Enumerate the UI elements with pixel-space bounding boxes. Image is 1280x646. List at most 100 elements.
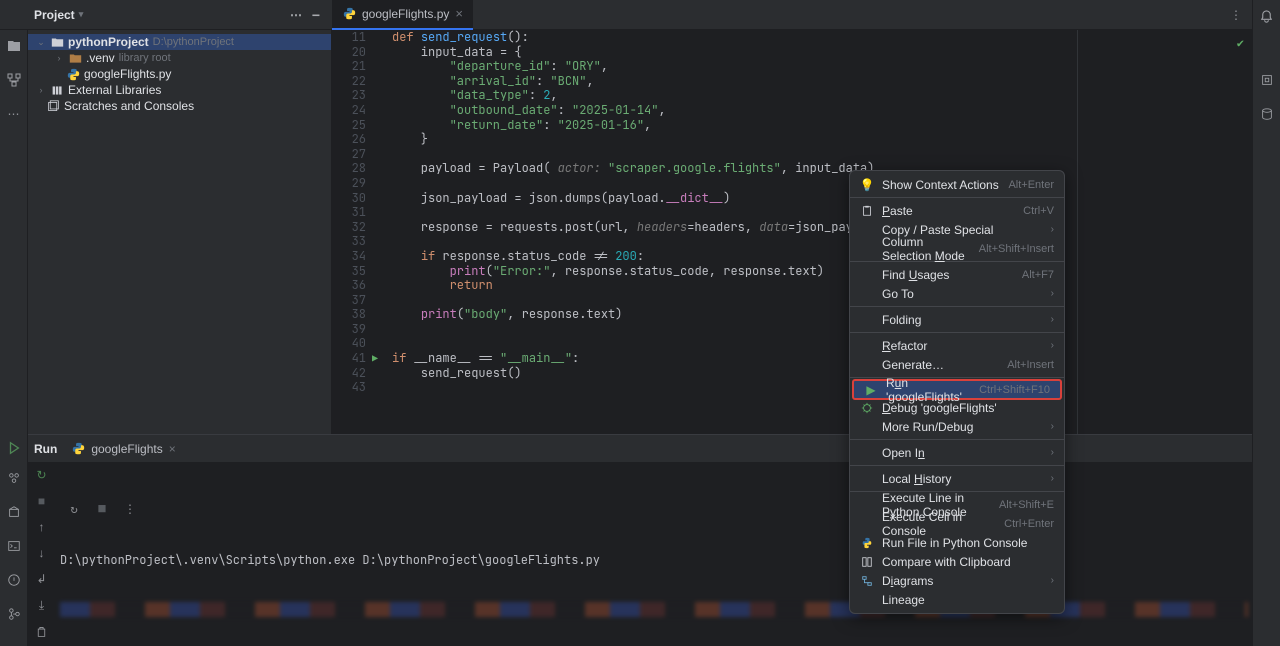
problems-rail-icon[interactable] xyxy=(6,572,22,588)
hide-icon[interactable]: − xyxy=(308,7,324,23)
code-editor[interactable]: 1120212223242526272829303132333435363738… xyxy=(332,30,1252,434)
menu-run-file-console[interactable]: Run File in Python Console xyxy=(850,533,1064,552)
code-content[interactable]: def send_request(): input_data = { "depa… xyxy=(388,30,1252,434)
more-vert-icon[interactable]: ⋮ xyxy=(122,501,138,517)
run-rail-icon[interactable] xyxy=(6,440,22,456)
soft-wrap-icon[interactable]: ↲ xyxy=(34,571,50,587)
menu-local-history[interactable]: Local History › xyxy=(850,469,1064,488)
menu-go-to[interactable]: Go To › xyxy=(850,284,1064,303)
close-icon[interactable]: × xyxy=(169,442,176,456)
chevron-right-icon: › xyxy=(1051,340,1054,351)
python-packages-rail-icon[interactable] xyxy=(6,470,22,486)
menu-find-usages[interactable]: Find Usages Alt+F7 xyxy=(850,265,1064,284)
close-icon[interactable]: × xyxy=(455,6,463,21)
database-rail-icon[interactable] xyxy=(1259,106,1275,122)
python-file-icon xyxy=(66,67,80,81)
notifications-rail-icon[interactable] xyxy=(1259,8,1275,24)
line-number-gutter: 1120212223242526272829303132333435363738… xyxy=(332,30,372,434)
down-icon[interactable]: ↓ xyxy=(34,545,50,561)
right-margin-line xyxy=(1077,30,1078,434)
project-rail-icon[interactable] xyxy=(6,38,22,54)
chevron-right-icon: › xyxy=(1051,288,1054,299)
folder-icon xyxy=(68,51,82,65)
diff-icon xyxy=(860,556,874,568)
rerun-small-icon[interactable]: ↻ xyxy=(66,501,82,517)
services-rail-icon[interactable] xyxy=(6,504,22,520)
menu-paste[interactable]: Paste Ctrl+V xyxy=(850,201,1064,220)
clipboard-icon xyxy=(860,205,874,217)
project-tool-header[interactable]: Project ▾ ⋯ − xyxy=(0,0,332,30)
run-title: Run xyxy=(34,442,57,456)
editor-tab-label: googleFlights.py xyxy=(362,7,449,21)
inspection-ok-icon[interactable]: ✔ xyxy=(1237,36,1244,51)
chevron-right-icon: › xyxy=(1051,314,1054,325)
chevron-down-icon: ▾ xyxy=(79,9,84,20)
project-path: D:\pythonProject xyxy=(153,36,234,48)
editor-tabs: googleFlights.py × ⋮ xyxy=(332,0,1252,30)
chevron-right-icon: › xyxy=(1051,224,1054,235)
vcs-rail-icon[interactable] xyxy=(6,606,22,622)
menu-refactor[interactable]: Refactor › xyxy=(850,336,1064,355)
ext-libs-label: External Libraries xyxy=(68,83,161,97)
run-config-tab[interactable]: googleFlights × xyxy=(67,438,179,460)
scratches-icon xyxy=(46,99,60,113)
chevron-right-icon: › xyxy=(1051,575,1054,586)
rerun-icon[interactable]: ↻ xyxy=(34,467,50,483)
project-tree[interactable]: ⌄ pythonProject D:\pythonProject › .venv… xyxy=(28,30,331,118)
menu-generate[interactable]: Generate… Alt+Insert xyxy=(850,355,1064,374)
run-tabs: Run googleFlights × xyxy=(28,435,1252,463)
stop-small-icon[interactable]: ■ xyxy=(94,501,110,517)
tree-venv[interactable]: › .venv library root xyxy=(28,50,331,66)
chevron-right-icon: › xyxy=(1051,447,1054,458)
run-side-toolbar: ↻ ■ ↑ ↓ ↲ ⤓ xyxy=(28,463,56,646)
menu-compare-clipboard[interactable]: Compare with Clipboard xyxy=(850,552,1064,571)
menu-run-googleflights[interactable]: ▶ Run 'googleFlights' Ctrl+Shift+F10 xyxy=(852,379,1062,400)
run-config-label: googleFlights xyxy=(91,442,162,456)
editor-context-menu[interactable]: 💡 Show Context Actions Alt+Enter Paste C… xyxy=(849,170,1065,614)
tree-external-libs[interactable]: › External Libraries xyxy=(28,82,331,98)
menu-debug-googleflights[interactable]: Debug 'googleFlights' xyxy=(850,398,1064,417)
more-rail-icon[interactable]: ⋯ xyxy=(6,106,22,122)
editor-more-icon[interactable]: ⋮ xyxy=(1220,8,1252,22)
run-console[interactable]: ↻ ■ ⋮ D:\pythonProject\.venv\Scripts\pyt… xyxy=(56,463,1252,646)
structure-rail-icon[interactable] xyxy=(6,72,22,88)
redacted-output xyxy=(60,602,1248,617)
stop-icon[interactable]: ■ xyxy=(34,493,50,509)
tree-file-googleflights[interactable]: googleFlights.py xyxy=(28,66,331,82)
tree-scratches[interactable]: Scratches and Consoles xyxy=(28,98,331,114)
terminal-rail-icon[interactable] xyxy=(6,538,22,554)
menu-show-context-actions[interactable]: 💡 Show Context Actions Alt+Enter xyxy=(850,175,1064,194)
up-icon[interactable]: ↑ xyxy=(34,519,50,535)
menu-separator xyxy=(850,197,1064,198)
folder-icon xyxy=(50,35,64,49)
menu-separator xyxy=(850,465,1064,466)
right-tool-rail xyxy=(1252,0,1280,646)
run-gutter[interactable]: ▶ xyxy=(372,30,388,434)
clear-icon[interactable] xyxy=(34,623,50,639)
console-toolbar: ↻ ■ ⋮ xyxy=(60,497,1248,521)
menu-lineage[interactable]: Lineage xyxy=(850,590,1064,609)
menu-diagrams[interactable]: Diagrams › xyxy=(850,571,1064,590)
tree-root-project[interactable]: ⌄ pythonProject D:\pythonProject xyxy=(28,34,331,50)
project-name: pythonProject xyxy=(68,35,149,49)
scroll-end-icon[interactable]: ⤓ xyxy=(34,597,50,613)
menu-separator xyxy=(850,306,1064,307)
menu-folding[interactable]: Folding › xyxy=(850,310,1064,329)
menu-more-run-debug[interactable]: More Run/Debug › xyxy=(850,417,1064,436)
run-tool-window: Run googleFlights × ↻ ■ ↑ ↓ ↲ ⤓ ↻ ■ ⋮ D:… xyxy=(28,434,1252,646)
editor-area: googleFlights.py × ⋮ 1120212223242526272… xyxy=(332,0,1252,434)
menu-column-selection[interactable]: Column Selection Mode Alt+Shift+Insert xyxy=(850,239,1064,258)
menu-exec-cell[interactable]: Execute Cell in Console Ctrl+Enter xyxy=(850,514,1064,533)
ai-rail-icon[interactable] xyxy=(1259,72,1275,88)
venv-label: .venv xyxy=(86,51,115,65)
project-panel: ⌄ pythonProject D:\pythonProject › .venv… xyxy=(28,30,332,434)
menu-open-in[interactable]: Open In › xyxy=(850,443,1064,462)
venv-hint: library root xyxy=(119,52,171,64)
chevron-right-icon: › xyxy=(1051,473,1054,484)
more-horizontal-icon[interactable]: ⋯ xyxy=(288,7,304,23)
library-icon xyxy=(50,83,64,97)
file-label: googleFlights.py xyxy=(84,67,171,81)
editor-tab-googleflights[interactable]: googleFlights.py × xyxy=(332,0,473,30)
console-cmd: D:\pythonProject\.venv\Scripts\python.ex… xyxy=(60,553,1248,568)
bulb-icon: 💡 xyxy=(860,178,874,192)
